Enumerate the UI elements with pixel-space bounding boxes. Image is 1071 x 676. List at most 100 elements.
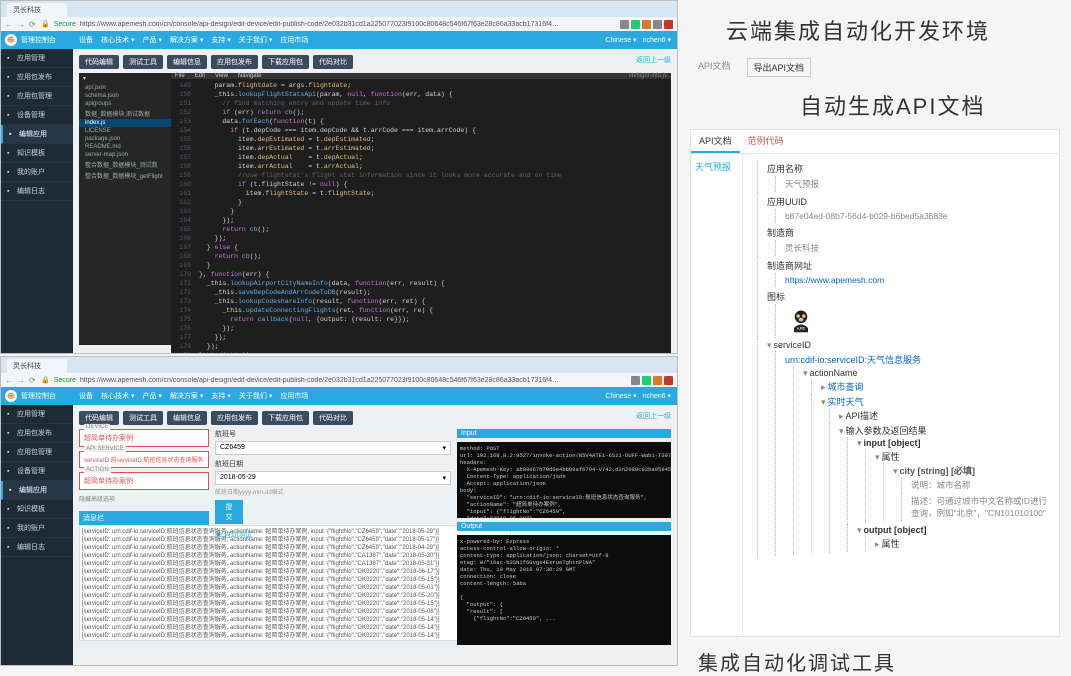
caret-icon[interactable]: ▸ xyxy=(875,539,880,549)
ext-icon[interactable] xyxy=(631,20,640,29)
back-link[interactable]: 返回上一级 xyxy=(636,55,671,69)
nav-item[interactable]: 核心技术 ▾ xyxy=(101,35,134,45)
sidebar-item[interactable]: ▪知识模板 xyxy=(1,144,73,163)
nav-item[interactable]: 解决方案 ▾ xyxy=(170,391,203,401)
btn-diff[interactable]: 代码对比 xyxy=(313,411,353,425)
nav-item[interactable]: 应用市场 xyxy=(280,391,308,401)
reload-icon[interactable]: ⟳ xyxy=(29,20,37,28)
sidebar-item[interactable]: ▪编辑应用 xyxy=(1,481,73,500)
file-item[interactable]: 整合数据_数据模块_测试数 xyxy=(79,159,171,170)
nav-item[interactable]: 关于我们 ▾ xyxy=(239,391,272,401)
input-terminal[interactable]: method: POST url: 192.168.8.2:9527/invok… xyxy=(457,442,671,518)
nav-item[interactable]: 设备 xyxy=(79,391,93,401)
ext-icon[interactable] xyxy=(664,20,673,29)
ext-icon[interactable] xyxy=(653,20,662,29)
flightno-input[interactable]: CZ6459▾ xyxy=(215,441,451,455)
nav-item[interactable]: 核心技术 ▾ xyxy=(101,391,134,401)
btn-download[interactable]: 下载应用包 xyxy=(262,55,309,69)
btn-test-tool[interactable]: 测试工具 xyxy=(123,411,163,425)
caret-icon[interactable]: ▾ xyxy=(803,368,808,378)
nav-back-icon[interactable]: ← xyxy=(5,20,13,28)
user-dropdown[interactable]: nchen6 ▾ xyxy=(643,392,671,400)
sidebar-item[interactable]: ▪编辑应用 xyxy=(1,125,73,144)
file-item[interactable]: apigroups xyxy=(79,100,171,108)
sidebar-item[interactable]: ▪设备管理 xyxy=(1,106,73,125)
file-item[interactable]: README.md xyxy=(79,143,171,151)
sidebar-item[interactable]: ▪编辑日志 xyxy=(1,182,73,201)
ext-icon[interactable] xyxy=(642,376,651,385)
submit-button[interactable]: 提交 xyxy=(215,500,243,524)
sidebar-item[interactable]: ▪知识模板 xyxy=(1,500,73,519)
lang-dropdown[interactable]: Chinese ▾ xyxy=(605,36,636,44)
caret-icon[interactable]: ▾ xyxy=(875,452,880,462)
ext-icon[interactable] xyxy=(631,376,640,385)
nav-item[interactable]: 应用市场 xyxy=(280,35,308,45)
lang-dropdown[interactable]: Chinese ▾ xyxy=(605,392,636,400)
sidebar-item[interactable]: ▪我的账户 xyxy=(1,519,73,538)
reload-icon[interactable]: ⟳ xyxy=(29,376,37,384)
tree-site-link[interactable]: https://www.apemesh.com xyxy=(785,274,1053,286)
advanced-toggle[interactable]: 隐藏高级选项 xyxy=(79,494,209,503)
btn-diff[interactable]: 代码对比 xyxy=(313,55,353,69)
sidebar-item[interactable]: ▪应用管理 xyxy=(1,405,73,424)
btn-download[interactable]: 下载应用包 xyxy=(262,411,309,425)
ext-icon[interactable] xyxy=(620,20,629,29)
browser-tab[interactable]: 灵长科技 xyxy=(7,3,67,17)
caret-icon[interactable]: ▾ xyxy=(839,426,844,436)
ext-icon[interactable] xyxy=(653,376,662,385)
sidebar-item[interactable]: ▪应用包管理 xyxy=(1,87,73,106)
caret-icon[interactable]: ▾ xyxy=(893,466,898,476)
subtab-sample[interactable]: 范例代码 xyxy=(740,130,792,153)
file-item[interactable]: 整合数据_数据模块_getFlight xyxy=(79,170,171,181)
btn-code-edit[interactable]: 代码编辑 xyxy=(79,411,119,425)
nav-item[interactable]: 产品 ▾ xyxy=(142,35,161,45)
sidebar-item[interactable]: ▪编辑日志 xyxy=(1,538,73,557)
user-dropdown[interactable]: nchen6 ▾ xyxy=(643,36,671,44)
file-item[interactable]: schema.json xyxy=(79,92,171,100)
autotest-link[interactable]: ◉ 自动测试 xyxy=(215,530,451,540)
date-input[interactable]: 2018-05-29▾ xyxy=(215,471,451,485)
caret-icon[interactable]: ▾ xyxy=(857,525,862,535)
tree-action-item[interactable]: 实时天气 xyxy=(828,396,864,408)
nav-item[interactable]: 支持 ▾ xyxy=(211,35,230,45)
tree-serviceid[interactable]: urn:cdif-io:serviceID:天气信息服务 xyxy=(785,352,1053,367)
file-item[interactable]: server-map.json xyxy=(79,151,171,159)
back-link[interactable]: 返回上一级 xyxy=(636,411,671,425)
sidebar-item[interactable]: ▪应用包发布 xyxy=(1,424,73,443)
nav-fwd-icon[interactable]: → xyxy=(17,20,25,28)
nav-back-icon[interactable]: ← xyxy=(5,376,13,384)
nav-item[interactable]: 设备 xyxy=(79,35,93,45)
url-text[interactable]: https://www.apemesh.com/cn/console/api-d… xyxy=(80,377,627,384)
nav-item[interactable]: 解决方案 ▾ xyxy=(170,35,203,45)
tree-action-item[interactable]: 城市查询 xyxy=(828,381,864,393)
sidebar-item[interactable]: ▪我的账户 xyxy=(1,163,73,182)
nav-item[interactable]: 关于我们 ▾ xyxy=(239,35,272,45)
file-item[interactable]: 数据_数据模块.测试数据 xyxy=(79,108,171,119)
caret-icon[interactable]: ▾ xyxy=(857,438,862,448)
url-text[interactable]: https://www.apemesh.com/cn/console/api-d… xyxy=(80,21,616,28)
btn-edit-info[interactable]: 编辑信息 xyxy=(167,411,207,425)
file-item[interactable]: LICENSE xyxy=(79,127,171,135)
ext-icon[interactable] xyxy=(664,376,673,385)
dropdown-icon[interactable]: ▾ xyxy=(442,474,446,482)
nav-item[interactable]: 支持 ▾ xyxy=(211,391,230,401)
caret-icon[interactable]: ▾ xyxy=(821,397,826,407)
code-lines[interactable]: param.flightdate = args.flightdate; _thi… xyxy=(195,79,671,353)
sidebar-item[interactable]: ▪设备管理 xyxy=(1,462,73,481)
sidebar-item[interactable]: ▪应用包管理 xyxy=(1,443,73,462)
file-item[interactable]: api.json xyxy=(79,84,171,92)
tab-apidoc[interactable]: API文档 xyxy=(692,56,737,79)
doc-sidebar-item[interactable]: 天气预报 xyxy=(691,154,743,637)
ext-icon[interactable] xyxy=(642,20,651,29)
btn-test-tool[interactable]: 测试工具 xyxy=(123,55,163,69)
dropdown-icon[interactable]: ▾ xyxy=(442,444,446,452)
output-terminal[interactable]: x-powered-by: Express access-control-all… xyxy=(457,535,671,645)
nav-item[interactable]: 产品 ▾ xyxy=(142,391,161,401)
btn-publish[interactable]: 应用包发布 xyxy=(211,55,258,69)
export-apidoc-button[interactable]: 导出API文档 xyxy=(747,58,812,77)
sidebar-item[interactable]: ▪应用管理 xyxy=(1,49,73,68)
subtab-apidoc[interactable]: API文档 xyxy=(691,130,740,153)
btn-publish[interactable]: 应用包发布 xyxy=(211,411,258,425)
code-area[interactable]: 1491501511521531541551561571581591601611… xyxy=(171,79,671,353)
sidebar-item[interactable]: ▪应用包发布 xyxy=(1,68,73,87)
